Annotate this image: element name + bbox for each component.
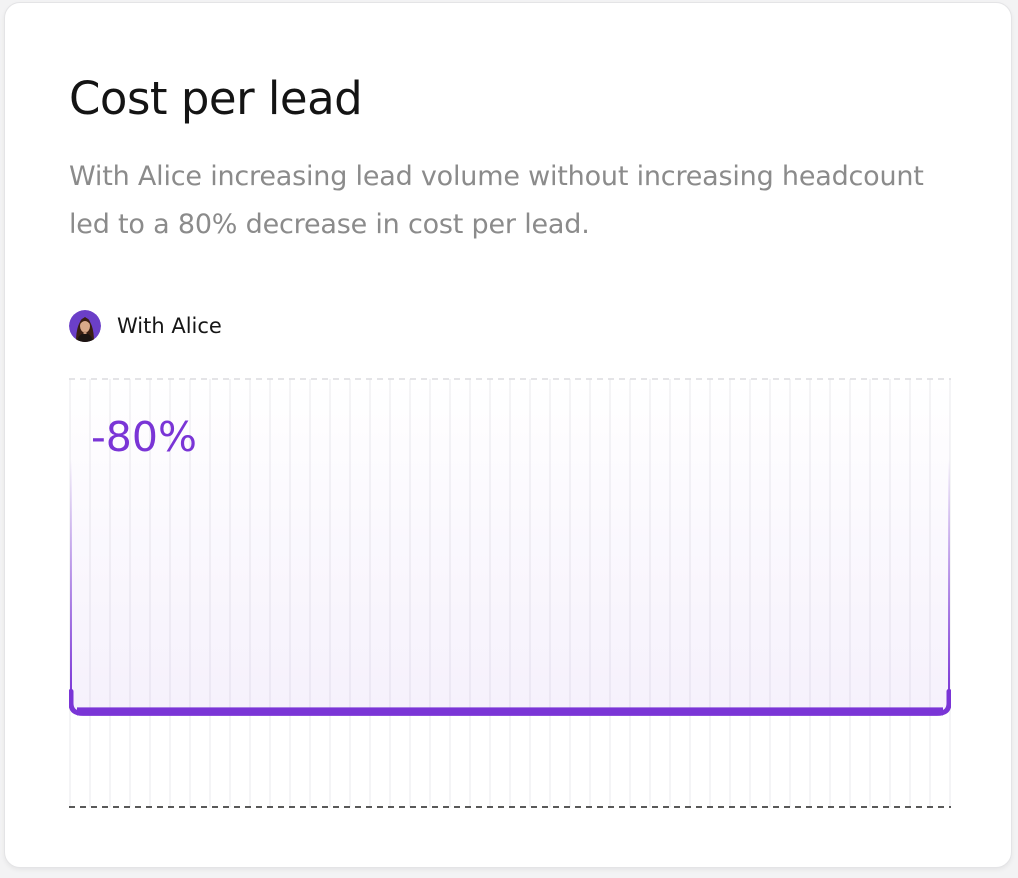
cost-per-lead-card: Cost per lead With Alice increasing lead… bbox=[4, 2, 1012, 868]
avatar-icon bbox=[69, 310, 101, 342]
cost-per-lead-chart: -80% bbox=[69, 377, 951, 809]
bar-bottom-band bbox=[77, 707, 943, 716]
legend-label: With Alice bbox=[117, 314, 222, 338]
bar-value-label: -80% bbox=[91, 413, 197, 461]
bars: -80% bbox=[69, 379, 951, 716]
card-description: With Alice increasing lead volume withou… bbox=[69, 161, 924, 240]
card-title: Cost per lead bbox=[69, 72, 363, 125]
bar bbox=[70, 379, 950, 710]
chart-svg: -80% bbox=[69, 378, 951, 808]
chart-legend: With Alice bbox=[69, 309, 222, 343]
